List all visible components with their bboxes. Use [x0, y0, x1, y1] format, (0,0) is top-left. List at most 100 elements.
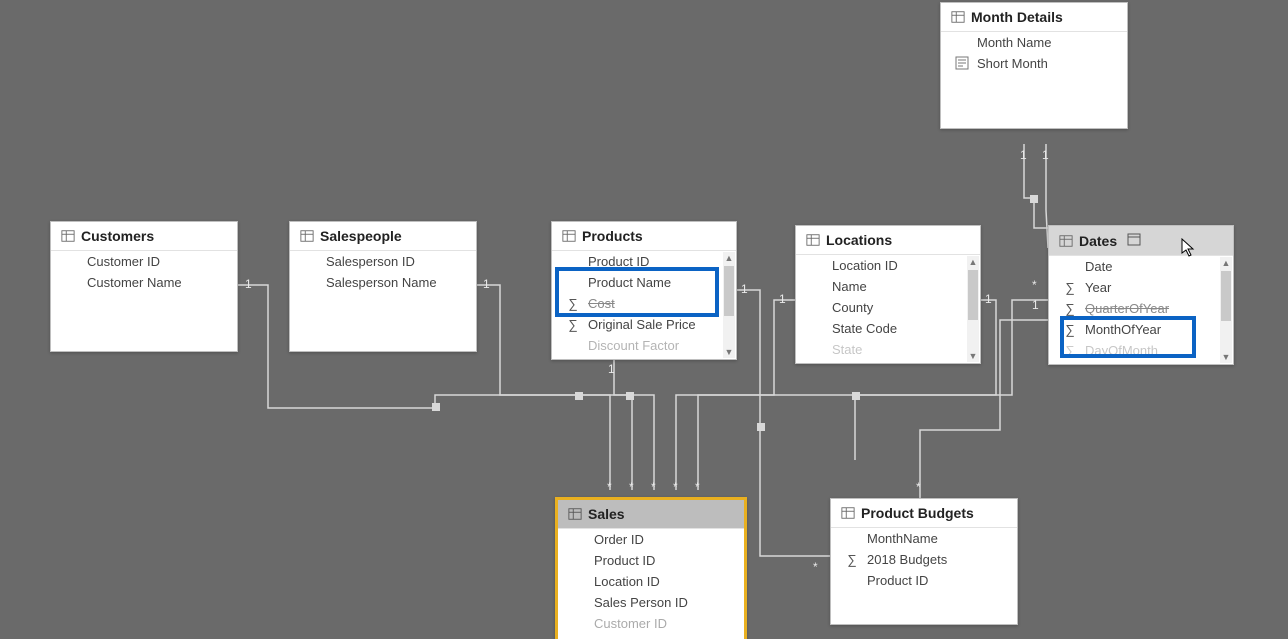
- scroll-thumb[interactable]: [968, 270, 978, 320]
- table-title: Dates: [1079, 233, 1117, 249]
- field[interactable]: County: [796, 297, 980, 318]
- cardinality-many: *: [673, 480, 678, 494]
- table-header[interactable]: Salespeople: [290, 222, 476, 251]
- cardinality-one: 1: [1042, 148, 1049, 162]
- field[interactable]: Location ID: [796, 255, 980, 276]
- table-title: Sales: [588, 506, 625, 522]
- field-label: Product Name: [588, 275, 671, 290]
- field[interactable]: ∑ QuarterOfYear: [1049, 298, 1233, 319]
- field-label: Cost: [588, 296, 615, 311]
- cardinality-one: 1: [608, 362, 615, 376]
- table-title: Locations: [826, 232, 892, 248]
- table-header[interactable]: Sales: [558, 500, 744, 529]
- scroll-thumb[interactable]: [1221, 271, 1231, 321]
- sigma-icon: ∑: [566, 296, 580, 310]
- field-label: Date: [1085, 259, 1112, 274]
- table-month-details[interactable]: Month Details Month Name Short Month: [940, 2, 1128, 129]
- field[interactable]: Product ID: [558, 550, 744, 571]
- field-label: State Code: [832, 321, 897, 336]
- cardinality-many: *: [813, 560, 818, 574]
- table-title: Customers: [81, 228, 154, 244]
- field-label: MonthOfYear: [1085, 322, 1161, 337]
- table-icon: [1059, 234, 1073, 248]
- field[interactable]: Name: [796, 276, 980, 297]
- cardinality-one: 1: [1020, 148, 1027, 162]
- field[interactable]: ∑ Year: [1049, 277, 1233, 298]
- table-icon: [300, 229, 314, 243]
- field[interactable]: ∑ Original Sale Price: [552, 314, 736, 335]
- table-customers[interactable]: Customers Customer ID Customer Name: [50, 221, 238, 352]
- field[interactable]: ∑ Cost: [552, 293, 736, 314]
- field[interactable]: ∑ 2018 Budgets: [831, 549, 1017, 570]
- field[interactable]: Product ID: [552, 251, 736, 272]
- field[interactable]: Salesperson ID: [290, 251, 476, 272]
- field-label: Customer Name: [87, 275, 182, 290]
- sigma-icon: ∑: [845, 552, 859, 566]
- table-header[interactable]: Customers: [51, 222, 237, 251]
- field-label: MonthName: [867, 531, 938, 546]
- field-label: Original Sale Price: [588, 317, 696, 332]
- table-icon: [61, 229, 75, 243]
- field[interactable]: Product Name: [552, 272, 736, 293]
- field[interactable]: MonthName: [831, 528, 1017, 549]
- scrollbar[interactable]: ▲ ▼: [723, 252, 735, 358]
- table-title: Product Budgets: [861, 505, 974, 521]
- field[interactable]: Sales Person ID: [558, 592, 744, 613]
- field[interactable]: State Code: [796, 318, 980, 339]
- table-header[interactable]: Product Budgets: [831, 499, 1017, 528]
- field[interactable]: ∑ MonthOfYear: [1049, 319, 1233, 340]
- table-salespeople[interactable]: Salespeople Salesperson ID Salesperson N…: [289, 221, 477, 352]
- table-title: Products: [582, 228, 643, 244]
- field-label: Salesperson ID: [326, 254, 415, 269]
- field[interactable]: Customer ID: [51, 251, 237, 272]
- field-label: Customer ID: [87, 254, 160, 269]
- field[interactable]: Customer Name: [51, 272, 237, 293]
- field[interactable]: Short Month: [941, 53, 1127, 74]
- field[interactable]: Customer ID: [558, 613, 744, 634]
- table-locations[interactable]: Locations Location ID Name County State …: [795, 225, 981, 364]
- field[interactable]: State: [796, 339, 980, 360]
- field[interactable]: Salesperson Name: [290, 272, 476, 293]
- field-label: Short Month: [977, 56, 1048, 71]
- sigma-icon: ∑: [566, 317, 580, 331]
- scroll-down-icon[interactable]: ▼: [1220, 351, 1232, 363]
- table-dates[interactable]: Dates Date ∑ Year ∑ QuarterOfYear ∑ Mont…: [1048, 225, 1234, 365]
- sigma-icon: ∑: [1063, 343, 1077, 357]
- scroll-down-icon[interactable]: ▼: [967, 350, 979, 362]
- table-product-budgets[interactable]: Product Budgets MonthName ∑ 2018 Budgets…: [830, 498, 1018, 625]
- table-sales[interactable]: Sales Order ID Product ID Location ID Sa…: [555, 497, 747, 639]
- field[interactable]: Month Name: [941, 32, 1127, 53]
- field[interactable]: Discount Factor: [552, 335, 736, 356]
- field-label: QuarterOfYear: [1085, 301, 1169, 316]
- scrollbar[interactable]: ▲ ▼: [1220, 257, 1232, 363]
- field-label: Salesperson Name: [326, 275, 437, 290]
- scroll-down-icon[interactable]: ▼: [723, 346, 735, 358]
- field-label: Product ID: [594, 553, 655, 568]
- field[interactable]: ∑ DayOfMonth: [1049, 340, 1233, 361]
- scrollbar[interactable]: ▲ ▼: [967, 256, 979, 362]
- field[interactable]: Location ID: [558, 571, 744, 592]
- table-header[interactable]: Month Details: [941, 3, 1127, 32]
- model-canvas[interactable]: Month Details Month Name Short Month Cus…: [0, 0, 1288, 639]
- table-icon: [806, 233, 820, 247]
- cardinality-many: *: [629, 480, 634, 494]
- table-icon: [568, 507, 582, 521]
- table-header[interactable]: Dates: [1049, 226, 1233, 256]
- scroll-thumb[interactable]: [724, 266, 734, 316]
- table-header[interactable]: Locations: [796, 226, 980, 255]
- cardinality-one: 1: [1032, 298, 1039, 312]
- field-label: Month Name: [977, 35, 1051, 50]
- field-label: Sales Person ID: [594, 595, 688, 610]
- table-header[interactable]: Products: [552, 222, 736, 251]
- field-label: Year: [1085, 280, 1111, 295]
- field[interactable]: Date: [1049, 256, 1233, 277]
- scroll-up-icon[interactable]: ▲: [723, 252, 735, 264]
- sigma-icon: ∑: [1063, 280, 1077, 294]
- field[interactable]: Order ID: [558, 529, 744, 550]
- field-label: State: [832, 342, 862, 357]
- cardinality-many: *: [651, 480, 656, 494]
- field[interactable]: Product ID: [831, 570, 1017, 591]
- table-products[interactable]: Products Product ID Product Name ∑ Cost …: [551, 221, 737, 360]
- scroll-up-icon[interactable]: ▲: [967, 256, 979, 268]
- scroll-up-icon[interactable]: ▲: [1220, 257, 1232, 269]
